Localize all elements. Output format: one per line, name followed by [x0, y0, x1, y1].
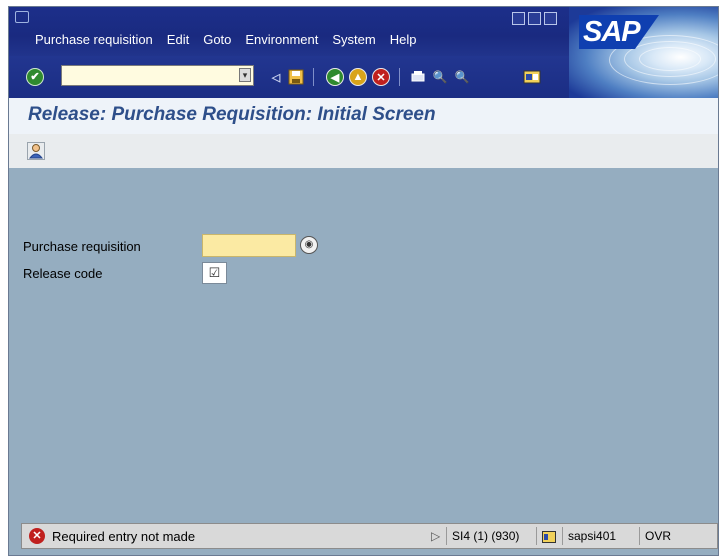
- sap-window: Purchase requisition Edit Goto Environme…: [8, 6, 719, 556]
- search-help-icon[interactable]: ◉: [300, 236, 318, 254]
- command-field-dropdown-icon[interactable]: ▾: [239, 68, 251, 82]
- exit-icon[interactable]: ▲: [349, 68, 367, 86]
- save-icon[interactable]: [287, 68, 305, 86]
- page-title: Release: Purchase Requisition: Initial S…: [28, 104, 436, 125]
- toolbar-separator: [313, 68, 314, 86]
- work-area: [9, 168, 718, 516]
- input-mode[interactable]: OVR: [639, 527, 671, 545]
- error-icon: ✕: [29, 528, 45, 544]
- menu-goto[interactable]: Goto: [203, 32, 231, 47]
- person-icon[interactable]: [27, 142, 45, 160]
- status-bar: ✕ Required entry not made ▷ SI4 (1) (930…: [21, 523, 718, 549]
- menu-system[interactable]: System: [332, 32, 375, 47]
- maximize-icon[interactable]: [528, 12, 541, 25]
- purchase-requisition-input[interactable]: [202, 234, 296, 257]
- status-message[interactable]: Required entry not made: [52, 529, 195, 544]
- cancel-icon[interactable]: ✕: [372, 68, 390, 86]
- window-controls: [512, 12, 557, 25]
- screen-title-bar: Release: Purchase Requisition: Initial S…: [9, 98, 718, 135]
- release-code-checkbox[interactable]: ☑: [202, 262, 227, 284]
- menu-help[interactable]: Help: [390, 32, 417, 47]
- collapse-left-icon[interactable]: ◁: [267, 68, 285, 86]
- server-name: sapsi401: [562, 527, 616, 545]
- status-layout-icon[interactable]: [536, 527, 560, 545]
- system-info: SI4 (1) (930): [446, 527, 519, 545]
- sap-logo: SAP: [569, 7, 718, 98]
- status-expand-icon[interactable]: ▷: [431, 529, 440, 543]
- find-icon[interactable]: 🔍: [431, 68, 449, 86]
- menu-edit[interactable]: Edit: [167, 32, 189, 47]
- find-next-icon[interactable]: 🔍: [453, 68, 471, 86]
- toolbar-separator: [399, 68, 400, 86]
- logo-text: SAP: [583, 16, 641, 48]
- release-code-label: Release code: [23, 266, 103, 281]
- print-icon[interactable]: [409, 68, 427, 86]
- purchase-requisition-label: Purchase requisition: [23, 239, 141, 254]
- enter-icon[interactable]: ✔: [26, 68, 44, 86]
- layout-icon[interactable]: [523, 68, 541, 86]
- minimize-icon[interactable]: [512, 12, 525, 25]
- menu-purchase-requisition[interactable]: Purchase requisition: [35, 32, 153, 47]
- system-menu-icon[interactable]: [15, 11, 29, 23]
- back-icon[interactable]: ◀: [326, 68, 344, 86]
- standard-toolbar: ✔ ▾ ◁ ◀ ▲ ✕ 🔍 🔍: [9, 56, 569, 98]
- menu-items: Purchase requisition Edit Goto Environme…: [35, 32, 430, 47]
- close-window-icon[interactable]: [544, 12, 557, 25]
- command-field[interactable]: [61, 65, 254, 86]
- menu-environment[interactable]: Environment: [245, 32, 318, 47]
- application-toolbar: [9, 134, 718, 169]
